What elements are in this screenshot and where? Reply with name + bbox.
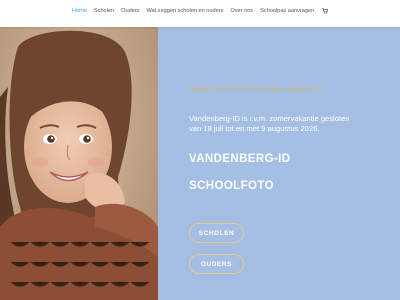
site-header: Home Scholen Ouders Wat zeggen scholen e… — [0, 0, 400, 27]
hero-photo-illustration — [0, 27, 158, 300]
closure-notice-line-1: Vandenberg-ID is i.v.m. zomervakantie ge… — [189, 114, 350, 123]
closure-notice-line-2: van 18 juli tot en met 9 augustus 2026. — [189, 124, 320, 133]
shopping-cart-icon[interactable] — [322, 8, 329, 14]
shopping-cart-icon-glyph — [322, 8, 329, 14]
main-nav: Home Scholen Ouders Wat zeggen scholen e… — [72, 8, 329, 14]
ouders-button[interactable]: OUDERS — [189, 254, 244, 274]
hero-photo-girl — [0, 27, 158, 300]
nav-item-ouders[interactable]: Ouders — [121, 8, 139, 14]
nav-item-scholen[interactable]: Scholen — [94, 8, 114, 14]
nav-item-schoolpas[interactable]: Schoolpas aanvragen — [260, 8, 314, 14]
closure-notice: Vandenberg-ID is i.v.m. zomervakantie ge… — [189, 114, 389, 134]
nav-item-home[interactable]: Home — [72, 8, 87, 14]
hero-title-line-1: VANDENBERG-ID — [189, 153, 291, 165]
scholen-button[interactable]: SCHOLEN — [189, 223, 244, 243]
hero-eyebrow: OMDAT FOTOGRAFIE ONZE PASSIE IS — [189, 87, 324, 93]
hero-title-line-2: SCHOOLFOTO — [189, 180, 274, 192]
nav-item-over-ons[interactable]: Over ons — [230, 8, 253, 14]
page: Home Scholen Ouders Wat zeggen scholen e… — [0, 0, 400, 300]
nav-item-wat-zeggen[interactable]: Wat zeggen scholen en ouders — [146, 8, 223, 14]
